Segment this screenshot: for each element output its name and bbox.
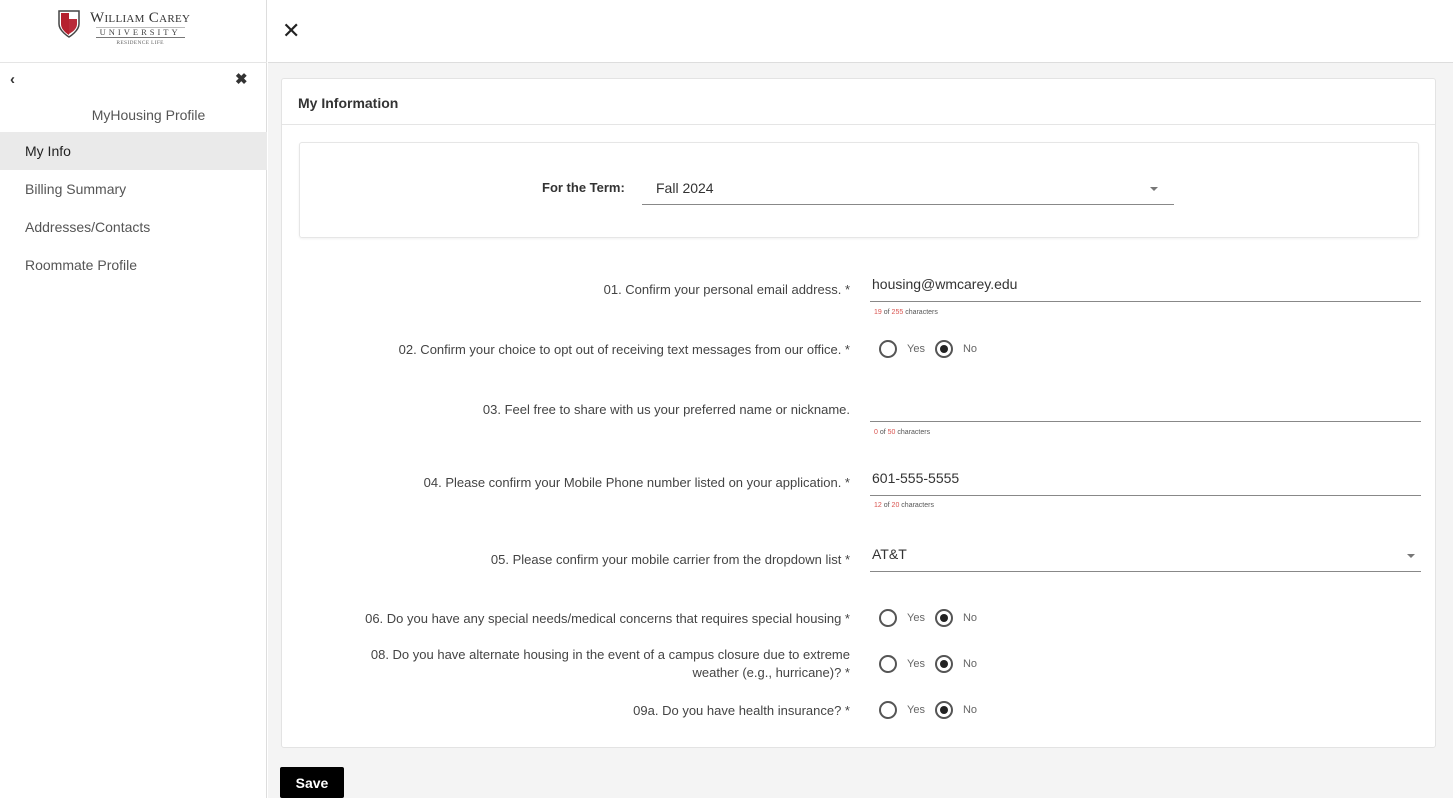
card-title: My Information (298, 95, 399, 111)
top-bar: ✕ (268, 0, 1453, 63)
term-label: For the Term: (542, 180, 625, 195)
radio-no-label: No (962, 658, 978, 670)
char-counter: 0 of 50 characters (874, 429, 930, 436)
main-content: ✕ My Information For the Term: Fall 2024… (268, 0, 1453, 798)
radio-no[interactable] (934, 340, 953, 358)
my-information-card: My Information For the Term: Fall 2024 0… (281, 78, 1436, 748)
question-label-08-line2: weather (e.g., hurricane)? * (692, 665, 850, 680)
radio-yes-label: Yes (907, 704, 925, 716)
radio-yes-label: Yes (907, 343, 925, 355)
chevron-left-icon[interactable]: ‹ (10, 71, 15, 88)
carrier-select[interactable]: AT&T (870, 540, 1421, 572)
close-icon[interactable]: ✖ (235, 70, 248, 88)
phone-value: 601-555-5555 (872, 470, 960, 486)
shield-icon (58, 10, 80, 38)
char-max: 50 (887, 429, 896, 436)
radio-yes[interactable] (879, 340, 897, 358)
char-counter: 12 of 20 characters (874, 502, 934, 509)
question-label-03: 03. Feel free to share with us your pref… (482, 402, 850, 417)
radio-yes-label: Yes (907, 612, 925, 624)
counter-of: of (879, 429, 886, 436)
radio-no[interactable] (934, 655, 953, 673)
caret-down-icon (1407, 554, 1415, 558)
char-count: 0 (874, 429, 878, 436)
question-label-02: 02. Confirm your choice to opt out of re… (398, 342, 850, 357)
counter-suffix: characters (897, 429, 931, 436)
counter-of: of (883, 309, 890, 316)
counter-suffix: characters (905, 309, 938, 316)
char-max: 255 (891, 309, 904, 316)
counter-suffix: characters (901, 502, 934, 509)
email-input[interactable]: housing@wmcarey.edu (870, 270, 1421, 302)
radio-no-label: No (962, 612, 978, 624)
university-logo[interactable]: William Carey UNIVERSITY RESIDENCE LIFE (58, 10, 218, 50)
radio-group-q9a: Yes No (879, 700, 987, 720)
radio-no[interactable] (934, 701, 953, 719)
logo-subtitle: RESIDENCE LIFE (116, 40, 164, 46)
char-max: 20 (891, 502, 900, 509)
radio-no-label: No (962, 704, 978, 716)
carrier-value: AT&T (872, 546, 907, 562)
question-label-06: 06. Do you have any special needs/medica… (365, 611, 850, 626)
char-counter: 19 of 255 characters (874, 309, 938, 316)
question-label-05: 05. Please confirm your mobile carrier f… (490, 552, 850, 567)
counter-of: of (883, 502, 890, 509)
logo-name: William Carey (90, 10, 191, 26)
radio-no[interactable] (934, 609, 953, 627)
nickname-input[interactable] (870, 390, 1421, 422)
radio-group-q6: Yes No (879, 608, 987, 628)
question-label-08-line1: 08. Do you have alternate housing in the… (370, 647, 850, 662)
sidebar-item-addresses-contacts[interactable]: Addresses/Contacts (0, 208, 267, 246)
char-count: 12 (874, 502, 882, 509)
radio-yes[interactable] (879, 701, 897, 719)
sidebar-item-my-info[interactable]: My Info (0, 132, 267, 170)
save-button[interactable]: Save (280, 767, 344, 798)
close-icon[interactable]: ✕ (282, 18, 300, 44)
question-label-01: 01. Confirm your personal email address.… (603, 282, 850, 297)
term-selector-panel: For the Term: Fall 2024 (299, 142, 1419, 238)
question-label-08: 08. Do you have alternate housing in the… (371, 646, 850, 682)
radio-no-label: No (962, 343, 978, 355)
term-select[interactable]: Fall 2024 (642, 173, 1174, 205)
term-value: Fall 2024 (656, 180, 714, 196)
radio-group-q2: Yes No (879, 339, 987, 359)
radio-yes-label: Yes (907, 658, 925, 670)
logo-university: UNIVERSITY (95, 27, 185, 38)
divider (282, 124, 1435, 125)
sidebar-title: MyHousing Profile (91, 107, 206, 123)
radio-yes[interactable] (879, 655, 897, 673)
sidebar: William Carey UNIVERSITY RESIDENCE LIFE … (0, 0, 267, 798)
caret-down-icon (1150, 187, 1158, 191)
phone-input[interactable]: 601-555-5555 (870, 464, 1421, 496)
sidebar-header: ‹ ✖ MyHousing Profile (0, 62, 267, 132)
sidebar-item-roommate-profile[interactable]: Roommate Profile (0, 246, 267, 284)
sidebar-item-billing-summary[interactable]: Billing Summary (0, 170, 267, 208)
email-value: housing@wmcarey.edu (872, 276, 1018, 292)
radio-yes[interactable] (879, 609, 897, 627)
sidebar-nav: My Info Billing Summary Addresses/Contac… (0, 132, 267, 284)
question-label-04: 04. Please confirm your Mobile Phone num… (423, 475, 850, 490)
radio-group-q8: Yes No (879, 654, 987, 674)
question-label-09a: 09a. Do you have health insurance? * (633, 703, 850, 718)
char-count: 19 (874, 309, 882, 316)
